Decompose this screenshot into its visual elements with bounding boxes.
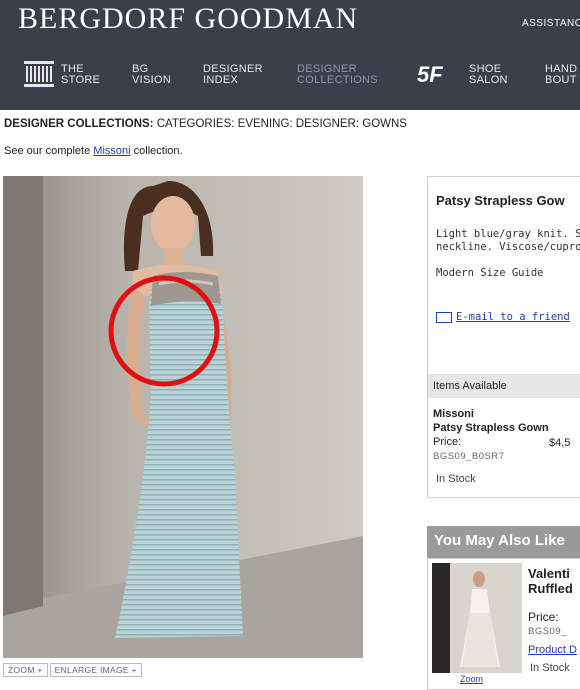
- envelope-icon: [436, 311, 452, 323]
- product-photo[interactable]: [3, 176, 363, 658]
- nav-label-line2: INDEX: [203, 74, 239, 86]
- product-title: Patsy Strapless Gow: [436, 193, 565, 208]
- ymal-sku: BGS09_: [528, 626, 567, 637]
- size-guide-link[interactable]: Modern Size Guide: [436, 267, 543, 279]
- see-collection-text: See our complete: [4, 145, 94, 157]
- item-stock-status: In Stock: [436, 473, 476, 485]
- nav-label-line2: STORE: [61, 74, 101, 86]
- ymal-product-name[interactable]: Valenti Ruffled: [528, 566, 573, 596]
- ymal-product-details-link[interactable]: Product D: [528, 644, 577, 656]
- item-price-label: Price:: [433, 436, 462, 448]
- image-controls: ZOOM + ENLARGE IMAGE +: [3, 663, 144, 677]
- item-sku: BGS09_B0SR7: [433, 451, 505, 462]
- items-available-label: Items Available: [433, 380, 507, 392]
- zoom-button[interactable]: ZOOM +: [3, 663, 48, 677]
- breadcrumb: DESIGNER COLLECTIONS: CATEGORIES: EVENIN…: [4, 118, 407, 130]
- nav-label-line2: SALON: [469, 74, 508, 86]
- nav-handbag-boutique[interactable]: HAND BOUT: [545, 64, 577, 86]
- item-price-value: $4,5: [549, 437, 571, 449]
- enlarge-image-button[interactable]: ENLARGE IMAGE +: [49, 663, 142, 677]
- ymal-zoom-link[interactable]: Zoom: [460, 674, 483, 684]
- email-friend-label: E-mail to a friend: [456, 311, 570, 323]
- see-collection-line: See our complete Missoni collection.: [4, 145, 183, 157]
- description-line: Light blue/gray knit. S: [436, 228, 580, 240]
- ymal-name-line: Valenti: [528, 566, 570, 581]
- nav-shoe-salon[interactable]: SHOE SALON: [469, 64, 508, 86]
- breadcrumb-path[interactable]: CATEGORIES: EVENING: DESIGNER: GOWNS: [154, 118, 407, 130]
- description-line: neckline. Viscose/cupro: [436, 241, 580, 253]
- email-friend-link[interactable]: E-mail to a friend: [436, 311, 570, 323]
- see-collection-text-end: collection.: [130, 145, 183, 157]
- nav-label-line2: VISION: [132, 74, 172, 86]
- nav-the-store[interactable]: THE STORE: [61, 64, 100, 86]
- ymal-product-thumbnail[interactable]: [432, 563, 522, 673]
- store-building-icon[interactable]: [23, 58, 55, 88]
- ymal-stock-status: In Stock: [530, 662, 570, 674]
- item-brand: Missoni: [433, 408, 474, 420]
- nav-bg-vision[interactable]: BG VISION: [132, 64, 171, 86]
- nav-5f-logo[interactable]: 5F: [417, 62, 443, 88]
- item-name: Patsy Strapless Gown: [433, 422, 549, 434]
- site-logo[interactable]: BERGDORF GOODMAN: [18, 2, 358, 36]
- ymal-title: You May Also Like: [434, 532, 565, 549]
- nav-label-line2: COLLECTIONS: [297, 74, 378, 86]
- nav-designer-index[interactable]: DESIGNER INDEX: [203, 64, 263, 86]
- breadcrumb-lead[interactable]: DESIGNER COLLECTIONS:: [4, 118, 154, 130]
- ymal-name-line: Ruffled: [528, 581, 573, 596]
- ymal-price-label: Price:: [528, 610, 559, 624]
- product-info-panel: [427, 176, 580, 498]
- nav-designer-collections[interactable]: DESIGNER COLLECTIONS: [297, 64, 378, 86]
- missoni-collection-link[interactable]: Missoni: [93, 145, 130, 157]
- product-description: Light blue/gray knit. S neckline. Viscos…: [436, 228, 580, 254]
- nav-label-line2: BOUT: [545, 74, 577, 86]
- assistance-link[interactable]: ASSISTANC: [522, 18, 580, 29]
